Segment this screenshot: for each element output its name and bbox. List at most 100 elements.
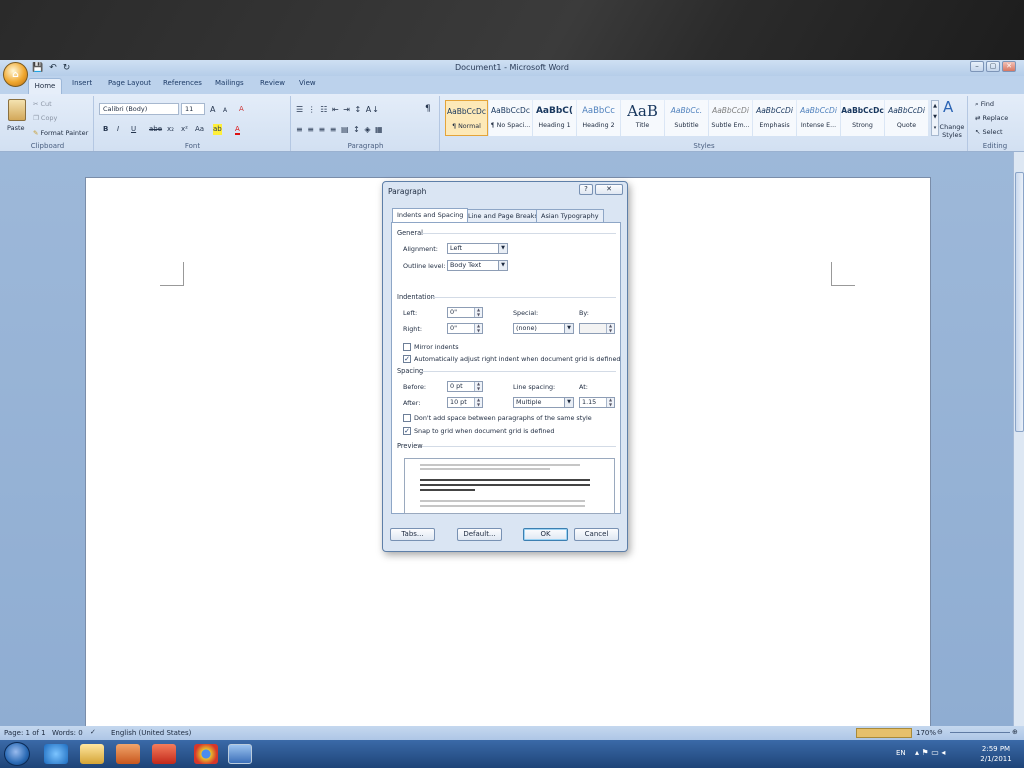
- mirror-indents-label: Mirror indents: [414, 343, 459, 351]
- list-buttons-icon[interactable]: ☰ ⋮ ☷ ⇤ ⇥ ↕ A↓: [296, 104, 380, 115]
- line-spacing-select[interactable]: Multiple ▼: [513, 397, 574, 408]
- select-button[interactable]: ↖ Select: [975, 128, 1003, 136]
- paste-icon[interactable]: [8, 99, 26, 121]
- view-buttons-icon[interactable]: [856, 728, 912, 738]
- tab-indents-spacing[interactable]: Indents and Spacing: [392, 208, 469, 222]
- by-spinner[interactable]: ▲ ▼: [579, 323, 615, 334]
- page-count[interactable]: Page: 1 of 1: [4, 729, 46, 737]
- tab-page-layout[interactable]: Page Layout: [108, 79, 151, 87]
- left-indent-spinner[interactable]: 0" ▲ ▼: [447, 307, 483, 318]
- underline-button[interactable]: U: [131, 124, 136, 135]
- shrink-font-icon[interactable]: A: [223, 105, 227, 116]
- bold-button[interactable]: B: [103, 124, 108, 135]
- superscript-button[interactable]: x²: [181, 124, 188, 135]
- tab-line-page-breaks[interactable]: Line and Page Breaks: [463, 209, 543, 222]
- right-indent-spinner[interactable]: 0" ▲ ▼: [447, 323, 483, 334]
- tab-insert[interactable]: Insert: [72, 79, 92, 87]
- zoom-slider[interactable]: [950, 732, 1010, 733]
- style-quote[interactable]: AaBbCcDi Quote: [885, 100, 928, 136]
- language-indicator[interactable]: English (United States): [111, 729, 191, 737]
- highlight-button[interactable]: ab: [213, 124, 222, 135]
- styles-scroll-icon[interactable]: ▲ ▼ ▾: [931, 100, 939, 136]
- style-subtle-emphasis[interactable]: AaBbCcDi Subtle Em...: [709, 100, 752, 136]
- dont-add-space-checkbox[interactable]: [403, 414, 411, 422]
- after-spinner[interactable]: 10 pt ▲ ▼: [447, 397, 483, 408]
- zoom-out-icon[interactable]: ⊖: [937, 728, 943, 736]
- show-marks-button[interactable]: ¶: [425, 104, 431, 115]
- chrome-icon[interactable]: [194, 744, 218, 764]
- default-button[interactable]: Default...: [457, 528, 502, 541]
- internet-explorer-icon[interactable]: [44, 744, 68, 764]
- alignment-label: Alignment:: [403, 245, 438, 253]
- clear-format-icon[interactable]: A: [239, 104, 244, 115]
- scroll-thumb[interactable]: [1015, 172, 1024, 432]
- tray-icons[interactable]: ▴ ⚑ ▭ ◂: [915, 748, 945, 757]
- style-normal[interactable]: AaBbCcDc ¶ Normal: [445, 100, 488, 136]
- copy-button[interactable]: ❐ Copy: [33, 114, 57, 122]
- proofing-icon[interactable]: ✓: [90, 728, 96, 736]
- margin-corner-left: [160, 262, 184, 286]
- snap-to-grid-checkbox[interactable]: ✓: [403, 427, 411, 435]
- clock[interactable]: 2:59 PM 2/1/2011: [976, 744, 1016, 764]
- cut-button[interactable]: ✂ Cut: [33, 100, 52, 108]
- word-icon[interactable]: [228, 744, 252, 764]
- style-no-spacing[interactable]: AaBbCcDc ¶ No Spaci...: [489, 100, 532, 136]
- folder-icon[interactable]: [80, 744, 104, 764]
- zoom-in-icon[interactable]: ⊕: [1012, 728, 1018, 736]
- style-subtitle[interactable]: AaBbCc. Subtitle: [665, 100, 708, 136]
- replace-button[interactable]: ⇄ Replace: [975, 114, 1008, 122]
- align-buttons-icon[interactable]: ≡ ≡ ≡ ≡ ▤ ↕ ◈ ▦: [296, 124, 384, 135]
- change-styles-icon[interactable]: A: [943, 98, 953, 116]
- style-emphasis[interactable]: AaBbCcDi Emphasis: [753, 100, 796, 136]
- minimize-button[interactable]: –: [970, 61, 984, 72]
- before-spinner[interactable]: 0 pt ▲ ▼: [447, 381, 483, 392]
- maximize-button[interactable]: ▢: [986, 61, 1000, 72]
- change-case-button[interactable]: Aa: [195, 124, 204, 135]
- input-language[interactable]: EN: [896, 749, 906, 757]
- tab-review[interactable]: Review: [260, 79, 285, 87]
- tab-mailings[interactable]: Mailings: [215, 79, 244, 87]
- font-size-combo[interactable]: 11: [181, 103, 205, 115]
- help-button[interactable]: ?: [579, 184, 593, 195]
- close-button[interactable]: ✕: [1002, 61, 1016, 72]
- find-button[interactable]: ⌕ Find: [975, 100, 994, 109]
- font-color-button[interactable]: A: [235, 124, 240, 135]
- dialog-close-button[interactable]: ✕: [595, 184, 623, 195]
- zoom-level[interactable]: 170%: [916, 729, 936, 737]
- word-count[interactable]: Words: 0: [52, 729, 83, 737]
- font-name-combo[interactable]: Calibri (Body): [99, 103, 179, 115]
- style-intense-emphasis[interactable]: AaBbCcDi Intense E...: [797, 100, 840, 136]
- italic-button[interactable]: I: [117, 124, 119, 135]
- tab-view[interactable]: View: [299, 79, 316, 87]
- vertical-scrollbar[interactable]: [1013, 152, 1024, 726]
- media-player-icon[interactable]: [116, 744, 140, 764]
- mirror-indents-checkbox[interactable]: [403, 343, 411, 351]
- cancel-button[interactable]: Cancel: [574, 528, 619, 541]
- special-select[interactable]: (none) ▼: [513, 323, 574, 334]
- subscript-button[interactable]: x₂: [167, 124, 174, 135]
- tab-references[interactable]: References: [163, 79, 202, 87]
- tab-asian-typography[interactable]: Asian Typography: [536, 209, 604, 222]
- change-styles-button[interactable]: Change Styles: [939, 123, 965, 139]
- auto-adjust-checkbox[interactable]: ✓: [403, 355, 411, 363]
- grow-font-icon[interactable]: A: [210, 104, 215, 115]
- tab-home[interactable]: Home: [28, 78, 62, 94]
- at-spinner[interactable]: 1.15 ▲ ▼: [579, 397, 615, 408]
- start-button-icon[interactable]: [4, 742, 30, 766]
- status-bar: Page: 1 of 1 Words: 0 ✓ English (United …: [0, 726, 1024, 740]
- powerpoint-icon[interactable]: [152, 744, 176, 764]
- style-heading-2[interactable]: AaBbCc Heading 2: [577, 100, 620, 136]
- style-strong[interactable]: AaBbCcDc Strong: [841, 100, 884, 136]
- style-preview: AaBbCcDc: [491, 106, 530, 115]
- strikethrough-button[interactable]: abe: [149, 124, 162, 135]
- tabs-button[interactable]: Tabs...: [390, 528, 435, 541]
- format-painter-button[interactable]: ✎ Format Painter: [33, 129, 88, 137]
- style-heading-1[interactable]: AaBbC(Heading 1: [533, 100, 576, 136]
- paste-button[interactable]: Paste: [7, 124, 25, 132]
- ok-button[interactable]: OK: [523, 528, 568, 541]
- style-name: Subtitle: [674, 122, 699, 129]
- office-button[interactable]: ⌂: [3, 62, 28, 87]
- style-title[interactable]: AaB Title: [621, 100, 664, 136]
- outline-level-select[interactable]: Body Text ▼: [447, 260, 508, 271]
- alignment-select[interactable]: Left ▼: [447, 243, 508, 254]
